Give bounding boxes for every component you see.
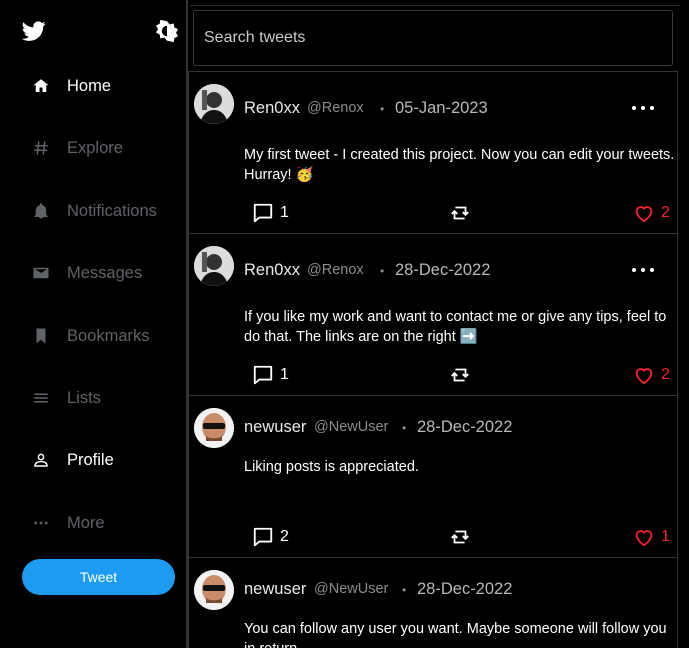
- avatar[interactable]: [194, 246, 234, 286]
- retweet-button[interactable]: [449, 202, 471, 224]
- reply-button[interactable]: 2: [252, 526, 289, 548]
- bell-icon: [30, 200, 52, 222]
- twitter-logo-icon[interactable]: [21, 19, 46, 43]
- tweet-text: My first tweet - I created this project.…: [244, 147, 675, 183]
- theme-toggle-icon[interactable]: [155, 19, 179, 43]
- more-options-icon[interactable]: [632, 100, 654, 116]
- divider: [190, 5, 680, 6]
- sidebar: Home Explore Notifications Messages Book…: [0, 0, 188, 648]
- comment-icon: [253, 203, 273, 223]
- tweet-card: newuser @NewUser • 28-Dec-2022 You can f…: [188, 557, 678, 648]
- sidebar-item-profile[interactable]: Profile: [30, 445, 114, 475]
- bookmark-icon: [30, 325, 52, 347]
- author-name[interactable]: Ren0xx: [244, 99, 300, 118]
- heart-icon: [635, 530, 653, 547]
- heart-icon: [635, 368, 653, 385]
- more-options-icon[interactable]: [632, 262, 654, 278]
- retweet-icon: [451, 206, 469, 220]
- tweet-card: Ren0xx @Renox • 28-Dec-2022 If you like …: [188, 233, 678, 395]
- like-button[interactable]: 2: [633, 202, 670, 224]
- separator-dot: •: [380, 264, 385, 278]
- sidebar-item-label: Bookmarks: [67, 326, 150, 345]
- author-handle[interactable]: @Renox: [307, 100, 364, 116]
- tweet-date: 28-Dec-2022: [395, 261, 491, 279]
- tweet-text: Liking posts is appreciated.: [244, 459, 419, 475]
- author-name[interactable]: newuser: [244, 418, 306, 437]
- comment-icon: [253, 365, 273, 385]
- sidebar-item-lists[interactable]: Lists: [30, 383, 101, 413]
- sidebar-item-label: Explore: [67, 138, 123, 157]
- like-count: 2: [661, 366, 670, 383]
- like-count: 1: [661, 528, 670, 545]
- like-button[interactable]: 2: [633, 364, 670, 386]
- retweet-icon: [451, 530, 469, 544]
- separator-dot: •: [380, 102, 385, 116]
- retweet-button[interactable]: [449, 526, 471, 548]
- home-icon: [30, 75, 52, 97]
- tweet-date: 05-Jan-2023: [395, 99, 488, 117]
- sidebar-item-explore[interactable]: Explore: [30, 133, 123, 163]
- author-name[interactable]: newuser: [244, 580, 306, 599]
- tweet-date: 28-Dec-2022: [417, 580, 513, 598]
- sidebar-item-label: Home: [67, 76, 112, 95]
- avatar[interactable]: [194, 408, 234, 448]
- sidebar-item-notifications[interactable]: Notifications: [30, 196, 157, 226]
- sidebar-item-messages[interactable]: Messages: [30, 258, 142, 288]
- search-input[interactable]: [193, 10, 673, 66]
- mail-icon: [30, 262, 52, 284]
- sidebar-item-label: Lists: [67, 388, 101, 407]
- more-dots-icon: [30, 512, 52, 534]
- reply-count: 2: [280, 528, 289, 545]
- sidebar-item-home[interactable]: Home: [30, 71, 111, 101]
- main-feed: Ren0xx @Renox • 05-Jan-2023 My first twe…: [188, 0, 689, 648]
- user-icon: [30, 449, 52, 471]
- reply-count: 1: [280, 366, 289, 383]
- retweet-icon: [451, 368, 469, 382]
- list-icon: [30, 387, 52, 409]
- heart-icon: [635, 206, 653, 223]
- separator-dot: •: [402, 421, 407, 435]
- like-button[interactable]: 1: [633, 526, 670, 548]
- avatar[interactable]: [194, 570, 234, 610]
- sidebar-item-label: More: [67, 513, 105, 532]
- avatar[interactable]: [194, 84, 234, 124]
- tweet-text: You can follow any user you want. Maybe …: [244, 621, 667, 648]
- reply-button[interactable]: 1: [252, 202, 289, 224]
- sidebar-item-label: Profile: [67, 450, 114, 469]
- author-handle[interactable]: @NewUser: [314, 419, 388, 435]
- tweet-text: If you like my work and want to contact …: [244, 309, 667, 345]
- sidebar-item-more[interactable]: More: [30, 508, 105, 538]
- tweet-card: Ren0xx @Renox • 05-Jan-2023 My first twe…: [188, 71, 678, 233]
- author-name[interactable]: Ren0xx: [244, 261, 300, 280]
- sidebar-item-bookmarks[interactable]: Bookmarks: [30, 321, 150, 351]
- author-handle[interactable]: @NewUser: [314, 581, 388, 597]
- tweet-button[interactable]: Tweet: [22, 559, 175, 595]
- author-handle[interactable]: @Renox: [307, 262, 364, 278]
- reply-button[interactable]: 1: [252, 364, 289, 386]
- sidebar-item-label: Messages: [67, 263, 143, 282]
- like-count: 2: [661, 204, 670, 221]
- separator-dot: •: [402, 583, 407, 597]
- comment-icon: [253, 527, 273, 547]
- sidebar-item-label: Notifications: [67, 201, 157, 220]
- reply-count: 1: [280, 204, 289, 221]
- tweet-card: newuser @NewUser • 28-Dec-2022 Liking po…: [188, 395, 678, 557]
- tweet-date: 28-Dec-2022: [417, 418, 513, 436]
- retweet-button[interactable]: [449, 364, 471, 386]
- hashtag-icon: [30, 137, 52, 159]
